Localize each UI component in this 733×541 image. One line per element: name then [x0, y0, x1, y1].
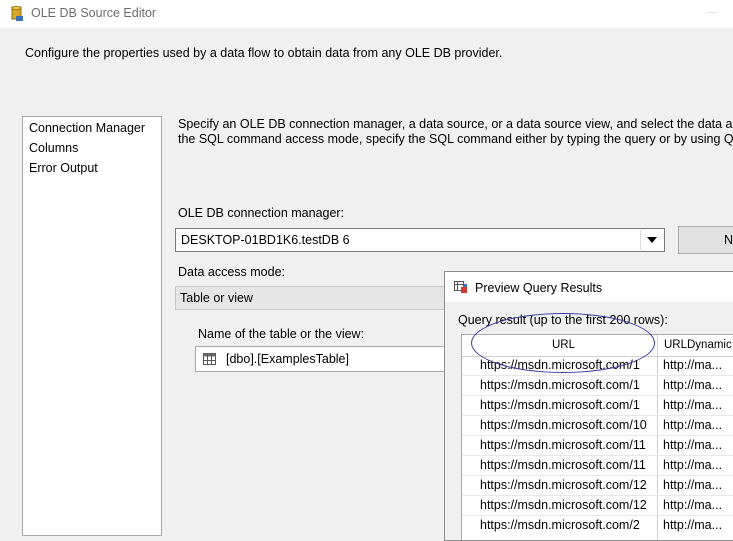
table-icon — [203, 353, 216, 365]
row-divider — [462, 475, 733, 476]
cell-urldynamic: http://ma... — [663, 518, 723, 532]
cell-url: https://msdn.microsoft.com/11 — [480, 458, 646, 472]
cell-urldynamic: http://ma... — [663, 358, 723, 372]
nav-item-error-output[interactable]: Error Output — [29, 161, 98, 175]
preview-results-icon — [454, 281, 468, 294]
new-connection-button[interactable]: N — [678, 226, 733, 254]
cell-url: https://msdn.microsoft.com/1 — [480, 398, 640, 412]
nav-item-connection-manager[interactable]: Connection Manager — [29, 121, 145, 135]
row-divider — [462, 395, 733, 396]
cell-urldynamic: http://ma... — [663, 398, 723, 412]
editor-description: Configure the properties used by a data … — [25, 46, 503, 60]
preview-query-results-dialog: Preview Query Results Query result (up t… — [444, 271, 733, 541]
cell-urldynamic: http://ma... — [663, 498, 723, 512]
row-divider — [462, 435, 733, 436]
connection-manager-label: OLE DB connection manager: — [178, 206, 345, 220]
connection-manager-value: DESKTOP-01BD1K6.testDB 6 — [181, 233, 350, 247]
instructions-line-2: the SQL command access mode, specify the… — [178, 132, 733, 146]
cell-url: https://msdn.microsoft.com/2 — [480, 518, 640, 532]
instructions-line-1: Specify an OLE DB connection manager, a … — [178, 117, 733, 131]
table-name-label: Name of the table or the view: — [198, 327, 365, 341]
preview-title: Preview Query Results — [475, 281, 603, 295]
new-button-label: N — [724, 233, 733, 247]
access-mode-label: Data access mode: — [178, 265, 285, 279]
row-divider — [462, 495, 733, 496]
column-header-urldynamic[interactable]: URLDynamic — [664, 339, 732, 351]
cell-urldynamic: http://ma... — [663, 458, 723, 472]
cell-urldynamic: http://ma... — [663, 478, 723, 492]
page-navigation-list: Connection Manager Columns Error Output — [22, 116, 162, 536]
row-divider — [462, 415, 733, 416]
app-icon — [10, 6, 24, 22]
table-name-value: [dbo].[ExamplesTable] — [226, 352, 349, 366]
cell-urldynamic: http://ma... — [663, 438, 723, 452]
access-mode-combo[interactable]: Table or view — [175, 286, 450, 310]
chevron-down-icon — [647, 237, 657, 243]
row-divider — [462, 515, 733, 516]
cell-urldynamic: http://ma... — [663, 378, 723, 392]
cell-url: https://msdn.microsoft.com/12 — [480, 498, 647, 512]
instructions-text: Specify an OLE DB connection manager, a … — [178, 117, 733, 147]
window-title: OLE DB Source Editor — [31, 6, 157, 20]
cell-url: https://msdn.microsoft.com/11 — [480, 438, 646, 452]
connection-manager-combo[interactable]: DESKTOP-01BD1K6.testDB 6 — [175, 228, 665, 252]
access-mode-value: Table or view — [180, 291, 253, 305]
cell-url: https://msdn.microsoft.com/1 — [480, 378, 640, 392]
cell-url: https://msdn.microsoft.com/12 — [480, 478, 647, 492]
cell-urldynamic: http://ma... — [663, 418, 723, 432]
row-divider — [462, 455, 733, 456]
table-name-combo[interactable]: [dbo].[ExamplesTable] — [195, 346, 455, 372]
nav-item-columns[interactable]: Columns — [29, 141, 78, 155]
dropdown-button[interactable] — [640, 230, 663, 250]
close-icon[interactable] — [706, 12, 717, 13]
annotation-ellipse — [471, 313, 655, 373]
cell-url: https://msdn.microsoft.com/10 — [480, 418, 647, 432]
column-separator — [657, 335, 658, 540]
row-divider — [462, 375, 733, 376]
